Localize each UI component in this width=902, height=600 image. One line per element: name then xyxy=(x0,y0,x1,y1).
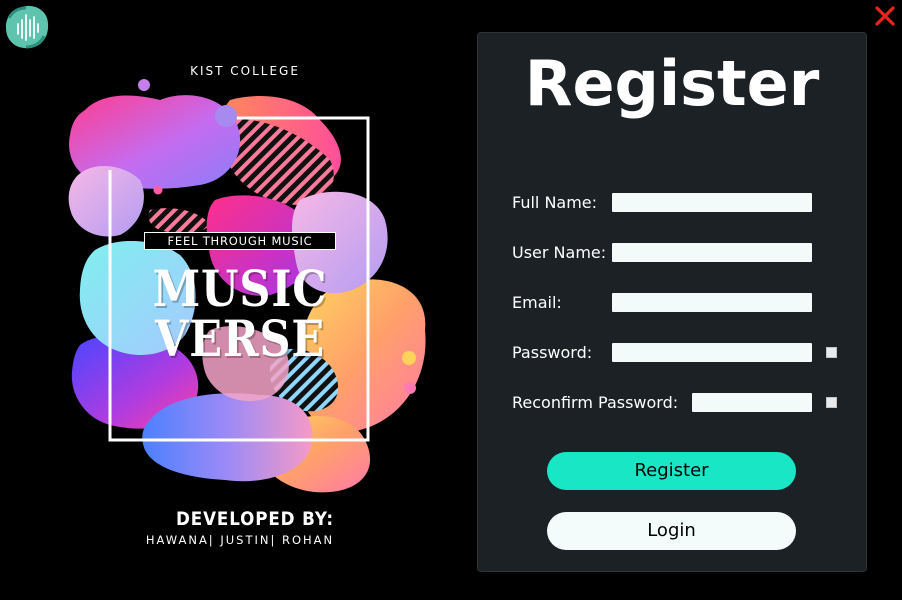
user-name-field[interactable] xyxy=(612,243,812,262)
show-reconfirm-password-checkbox[interactable] xyxy=(826,397,837,408)
full-name-field[interactable] xyxy=(612,193,812,212)
register-button[interactable]: Register xyxy=(547,452,796,490)
user-name-label: User Name: xyxy=(512,243,607,262)
email-field[interactable] xyxy=(612,293,812,312)
developed-by-heading: DEVELOPED BY: xyxy=(176,508,334,530)
show-password-checkbox[interactable] xyxy=(826,347,837,358)
brand-title-line-2: VERSE xyxy=(154,309,326,368)
password-field[interactable] xyxy=(612,343,812,362)
brand-title-line-1: MUSIC xyxy=(152,259,328,318)
register-panel: Register Full Name: User Name: Email: Pa… xyxy=(477,32,867,572)
full-name-label: Full Name: xyxy=(512,193,598,212)
login-button[interactable]: Login xyxy=(547,512,796,550)
reconfirm-password-label: Reconfirm Password: xyxy=(512,393,679,412)
college-name: KIST COLLEGE xyxy=(190,64,300,78)
reconfirm-password-field[interactable] xyxy=(692,393,812,412)
developer-names: HAWANA| JUSTIN| ROHAN xyxy=(145,533,335,547)
poster-tagline: FEEL THROUGH MUSIC xyxy=(144,232,336,250)
password-label: Password: xyxy=(512,343,593,362)
close-icon[interactable] xyxy=(873,4,897,28)
register-title: Register xyxy=(524,47,820,120)
email-label: Email: xyxy=(512,293,562,312)
